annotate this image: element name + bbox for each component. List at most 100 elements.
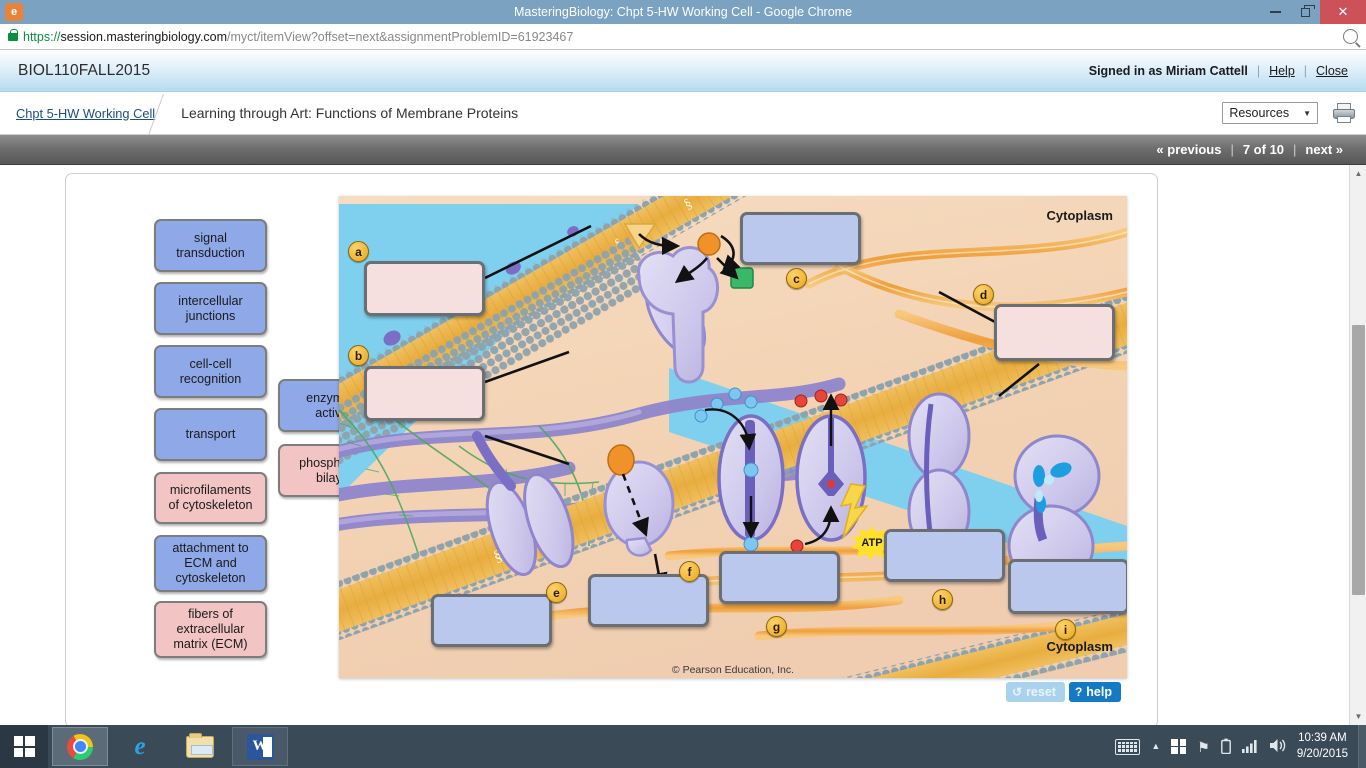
pagination-bar: « previous | 7 of 10 | next » <box>0 135 1366 165</box>
chrome-icon <box>67 733 93 760</box>
site-header: BIOL110FALL2015 Signed in as Miriam Catt… <box>0 50 1366 92</box>
minimize-button[interactable] <box>1260 0 1290 24</box>
clock-date: 9/20/2015 <box>1296 747 1348 760</box>
taskbar-internet-explorer[interactable]: e <box>112 727 168 766</box>
scrollbar-thumb[interactable] <box>1352 325 1365 595</box>
windows-logo-icon <box>13 736 35 757</box>
term-tile[interactable]: intercellular junctions <box>154 282 267 335</box>
term-tile[interactable]: microfilaments of cytoskeleton <box>154 472 267 524</box>
header-separator-1: | <box>1256 63 1261 78</box>
term-tile[interactable]: transport <box>154 408 267 461</box>
figure-marker-b: b <box>348 345 369 366</box>
answer-dropbox-d[interactable] <box>994 304 1115 361</box>
window-controls: ✕ <box>1260 0 1366 24</box>
reset-icon: ↺ <box>1012 685 1023 699</box>
page-title: Learning through Art: Functions of Membr… <box>181 105 519 121</box>
zoom-search-icon[interactable] <box>1343 29 1358 44</box>
help-label: help <box>1086 685 1112 699</box>
energy-arrow-icon <box>839 483 869 539</box>
word-icon: W <box>246 733 274 760</box>
taskbar-word[interactable]: W <box>232 727 288 766</box>
previous-button[interactable]: « previous <box>1147 142 1230 157</box>
answer-dropbox-b[interactable] <box>364 366 485 421</box>
taskbar-file-explorer[interactable] <box>172 727 228 766</box>
url-host: session.masteringbiology.com <box>60 29 228 44</box>
favicon-icon: e <box>5 3 23 21</box>
window-title: MasteringBiology: Chpt 5-HW Working Cell… <box>513 5 853 19</box>
url-path: /myct/itemView?offset=next&assignmentPro… <box>227 29 574 44</box>
breadcrumb-tools: Resources ▼ <box>1222 102 1356 124</box>
start-button[interactable] <box>0 725 48 768</box>
answer-dropbox-e[interactable] <box>431 594 552 647</box>
maximize-button[interactable] <box>1290 0 1320 24</box>
figure-marker-f: f <box>679 561 700 582</box>
help-link[interactable]: Help <box>1269 64 1295 78</box>
resources-dropdown[interactable]: Resources ▼ <box>1222 102 1318 124</box>
close-button[interactable]: ✕ <box>1320 0 1366 24</box>
show-hidden-icons[interactable]: ▲ <box>1151 742 1160 751</box>
browser-url-bar[interactable]: https://session.masteringbiology.com/myc… <box>0 24 1366 50</box>
close-link[interactable]: Close <box>1316 64 1348 78</box>
figure-buttons: ↺ reset ? help <box>1006 682 1121 702</box>
breadcrumb-separator-icon <box>155 92 181 135</box>
answer-dropbox-f[interactable] <box>588 574 709 627</box>
question-mark-icon: ? <box>1074 685 1083 699</box>
chevron-down-icon: ▼ <box>1303 108 1311 118</box>
url-text: https://session.masteringbiology.com/myc… <box>23 30 573 44</box>
figure-marker-d: d <box>973 284 994 305</box>
figure-marker-g: g <box>766 616 787 637</box>
scroll-down-icon[interactable]: ▼ <box>1350 708 1366 725</box>
page-position: 7 of 10 <box>1242 142 1285 157</box>
lock-icon <box>8 28 18 41</box>
browser-title-bar: e MasteringBiology: Chpt 5-HW Working Ce… <box>0 0 1366 24</box>
reset-button[interactable]: ↺ reset <box>1006 682 1065 702</box>
figure-credit: © Pearson Education, Inc. <box>671 664 795 676</box>
show-desktop-button[interactable] <box>1358 725 1366 768</box>
breadcrumb-parent-link[interactable]: Chpt 5-HW Working Cell <box>16 106 155 121</box>
header-separator-2: | <box>1303 63 1308 78</box>
keyboard-icon[interactable] <box>1115 738 1141 755</box>
cytoplasm-label-bottom: Cytoplasm <box>1046 639 1113 654</box>
taskbar-clock[interactable]: 10:39 AM 9/20/2015 <box>1297 731 1348 762</box>
network-signal-icon[interactable] <box>1241 739 1258 755</box>
signed-in-label: Signed in as Miriam Cattell <box>1088 63 1248 78</box>
term-tile[interactable]: signal transduction <box>154 219 267 272</box>
printer-icon[interactable] <box>1332 102 1356 124</box>
answer-dropbox-a[interactable] <box>364 261 485 316</box>
windows-taskbar: e W ▲ ⚑ 10:39 AM 9/20/2015 <box>0 725 1366 768</box>
answer-dropbox-g[interactable] <box>719 551 840 604</box>
internet-explorer-icon: e <box>134 733 146 760</box>
scroll-up-icon[interactable]: ▲ <box>1350 165 1366 182</box>
answer-dropbox-i[interactable] <box>1008 559 1127 614</box>
url-scheme: https:// <box>23 29 61 44</box>
flag-icon[interactable]: ⚑ <box>1197 740 1210 754</box>
course-id: BIOL110FALL2015 <box>18 61 151 79</box>
question-panel: signal transduction intercellular junctions… <box>65 173 1158 725</box>
figure-marker-c: c <box>786 268 807 289</box>
answer-dropbox-h[interactable] <box>884 529 1005 582</box>
file-explorer-icon <box>186 732 214 758</box>
help-button[interactable]: ? help <box>1068 682 1121 702</box>
cytoplasm-label-top: Cytoplasm <box>1046 208 1113 223</box>
volume-icon[interactable] <box>1269 738 1286 755</box>
figure-marker-e: e <box>546 582 567 603</box>
figure-marker-h: h <box>932 589 953 610</box>
breadcrumb: Chpt 5-HW Working Cell Learning through … <box>0 92 1366 135</box>
resources-label: Resources <box>1229 106 1290 120</box>
reset-label: reset <box>1026 685 1056 699</box>
term-tile[interactable]: cell-cell recognition <box>154 345 267 398</box>
term-tile[interactable]: fibers of extracellular matrix (ECM) <box>154 601 267 658</box>
battery-icon[interactable] <box>1220 738 1231 756</box>
clock-time: 10:39 AM <box>1298 731 1347 744</box>
answer-dropbox-c[interactable] <box>740 212 861 265</box>
taskbar-chrome[interactable] <box>52 727 108 766</box>
next-button[interactable]: next » <box>1296 142 1352 157</box>
term-tile[interactable]: attachment to ECM and cytoskeleton <box>154 535 267 592</box>
header-right: Signed in as Miriam Cattell | Help | Clo… <box>1089 64 1348 78</box>
system-tray: ▲ ⚑ 10:39 AM 9/20/2015 <box>1115 731 1358 762</box>
vertical-scrollbar[interactable]: ▲ ▼ <box>1349 165 1366 725</box>
figure-marker-i: i <box>1055 619 1076 640</box>
membrane-figure[interactable]: § § ATP Cytoplasm Cytoplasm a b c d e f … <box>339 196 1127 678</box>
action-center-icon[interactable] <box>1171 739 1187 754</box>
figure-marker-a: a <box>348 241 369 262</box>
